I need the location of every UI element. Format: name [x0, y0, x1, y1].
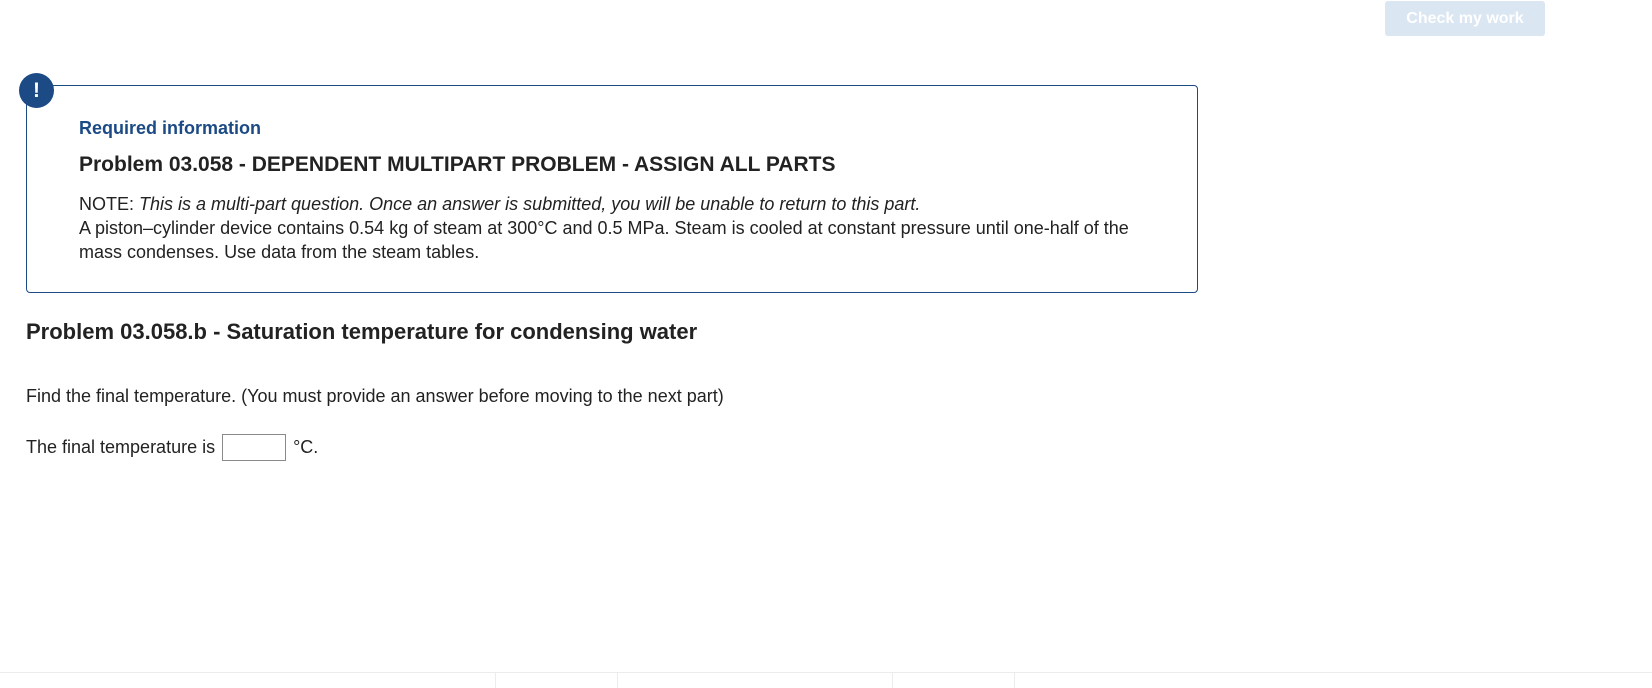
footer-tick: [617, 673, 618, 688]
note-prefix: NOTE:: [79, 194, 140, 214]
problem-title: Problem 03.058 - DEPENDENT MULTIPART PRO…: [79, 153, 836, 176]
answer-unit: °C.: [293, 437, 319, 457]
footer-tick: [1014, 673, 1015, 688]
check-my-work-button[interactable]: Check my work: [1385, 1, 1545, 36]
final-temperature-input[interactable]: [222, 434, 287, 461]
footer-tick: [495, 673, 496, 688]
part-title: Problem 03.058.b - Saturation temperatur…: [26, 319, 698, 344]
answer-row: The final temperature is °C.: [26, 434, 318, 461]
problem-description: A piston–cylinder device contains 0.54 k…: [79, 218, 1129, 262]
problem-note: NOTE: This is a multi-part question. Onc…: [79, 192, 1159, 264]
footer-divider: [0, 672, 1652, 673]
note-italic-text: This is a multi-part question. Once an a…: [139, 194, 921, 214]
part-instruction: Find the final temperature. (You must pr…: [26, 386, 724, 406]
required-information-label: Required information: [79, 118, 262, 138]
answer-prefix: The final temperature is: [26, 437, 216, 457]
alert-icon: !: [19, 73, 54, 108]
page: Check my work ! Required information Pro…: [0, 0, 1652, 688]
footer-tick: [892, 673, 893, 688]
